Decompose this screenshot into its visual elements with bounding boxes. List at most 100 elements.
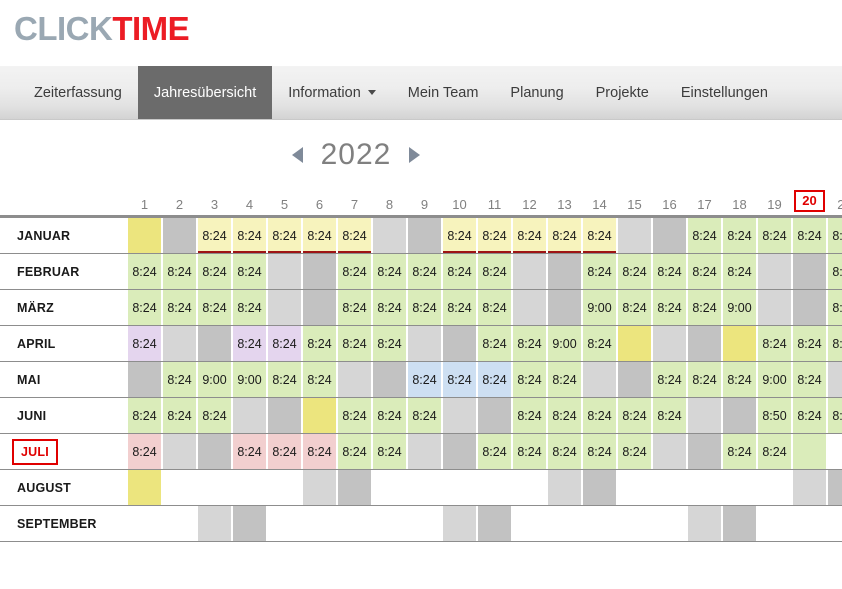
day-cell[interactable]: 8:24 — [582, 253, 617, 290]
day-cell[interactable] — [582, 361, 617, 398]
day-cell[interactable]: 8:24 — [617, 433, 652, 470]
day-cell[interactable]: 8:24 — [652, 397, 687, 434]
day-cell[interactable]: 8:24 — [442, 253, 477, 290]
day-cell[interactable]: 8:24 — [687, 289, 722, 326]
day-cell[interactable] — [162, 433, 197, 470]
day-cell[interactable]: 8:24 — [792, 215, 827, 254]
day-cell[interactable] — [652, 505, 687, 542]
day-cell[interactable] — [232, 505, 267, 542]
day-cell[interactable] — [267, 397, 302, 434]
day-cell[interactable] — [127, 505, 162, 542]
day-cell[interactable]: 8:24 — [582, 433, 617, 470]
day-cell[interactable] — [372, 469, 407, 506]
day-cell[interactable] — [687, 325, 722, 362]
day-cell[interactable]: 8:24 — [792, 325, 827, 362]
day-cell[interactable]: 8:24 — [127, 397, 162, 434]
day-cell[interactable]: 8:24 — [407, 289, 442, 326]
day-cell[interactable] — [267, 505, 302, 542]
day-cell[interactable]: 8:24 — [512, 361, 547, 398]
day-cell[interactable]: 8:24 — [512, 397, 547, 434]
day-cell[interactable]: 8:24 — [407, 361, 442, 398]
day-cell[interactable] — [827, 505, 842, 542]
day-cell[interactable]: 8:24 — [162, 289, 197, 326]
day-cell[interactable]: 8:24 — [687, 361, 722, 398]
next-year-arrow-icon[interactable] — [409, 147, 421, 163]
month-label-april[interactable]: APRIL — [0, 325, 127, 362]
day-cell[interactable]: 8:24 — [372, 289, 407, 326]
day-cell[interactable]: 8:24 — [442, 215, 477, 254]
day-cell[interactable]: 8:24 — [652, 289, 687, 326]
day-cell[interactable] — [162, 215, 197, 254]
day-cell[interactable] — [652, 325, 687, 362]
day-cell[interactable] — [232, 469, 267, 506]
day-cell[interactable]: 8:24 — [337, 325, 372, 362]
day-cell[interactable] — [792, 289, 827, 326]
day-cell[interactable] — [512, 469, 547, 506]
day-cell[interactable]: 8:24 — [232, 215, 267, 254]
day-cell[interactable]: 8:24 — [477, 253, 512, 290]
day-cell[interactable] — [442, 433, 477, 470]
day-cell[interactable]: 8:24 — [337, 397, 372, 434]
day-cell[interactable] — [407, 469, 442, 506]
day-cell[interactable]: 8:24 — [127, 253, 162, 290]
day-cell[interactable] — [547, 289, 582, 326]
day-cell[interactable]: 8:24 — [827, 325, 842, 362]
day-cell[interactable] — [162, 505, 197, 542]
day-cell[interactable]: 8:24 — [267, 325, 302, 362]
day-cell[interactable] — [337, 469, 372, 506]
day-cell[interactable]: 8:24 — [477, 289, 512, 326]
day-cell[interactable]: 8:24 — [372, 397, 407, 434]
month-label-märz[interactable]: MÄRZ — [0, 289, 127, 326]
month-label-januar[interactable]: JANUAR — [0, 215, 127, 254]
month-label-juni[interactable]: JUNI — [0, 397, 127, 434]
day-cell[interactable] — [442, 469, 477, 506]
day-cell[interactable] — [722, 325, 757, 362]
day-cell[interactable] — [477, 469, 512, 506]
day-cell[interactable]: 8:24 — [302, 361, 337, 398]
day-cell[interactable] — [197, 469, 232, 506]
day-cell[interactable] — [792, 433, 827, 470]
day-cell[interactable] — [267, 253, 302, 290]
day-cell[interactable] — [127, 361, 162, 398]
day-cell[interactable]: 8:24 — [477, 433, 512, 470]
day-cell[interactable] — [407, 215, 442, 254]
day-cell[interactable] — [162, 325, 197, 362]
day-cell[interactable]: 9:00 — [757, 361, 792, 398]
day-cell[interactable]: 8:24 — [512, 325, 547, 362]
nav-item-jahres-bersicht[interactable]: Jahresübersicht — [137, 66, 273, 119]
day-cell[interactable] — [757, 253, 792, 290]
nav-item-einstellungen[interactable]: Einstellungen — [665, 66, 784, 119]
day-cell[interactable]: 8:24 — [407, 397, 442, 434]
month-label-februar[interactable]: FEBRUAR — [0, 253, 127, 290]
nav-item-zeiterfassung[interactable]: Zeiterfassung — [18, 66, 138, 119]
day-cell[interactable]: 8:24 — [547, 433, 582, 470]
day-cell[interactable]: 8:24 — [197, 289, 232, 326]
day-cell[interactable]: 8:24 — [582, 325, 617, 362]
day-cell[interactable]: 8:24 — [757, 433, 792, 470]
day-cell[interactable] — [197, 433, 232, 470]
day-cell[interactable] — [652, 469, 687, 506]
day-cell[interactable] — [302, 397, 337, 434]
day-cell[interactable]: 8:24 — [757, 215, 792, 254]
day-cell[interactable] — [687, 469, 722, 506]
day-cell[interactable]: 8:24 — [827, 253, 842, 290]
day-cell[interactable] — [827, 361, 842, 398]
day-cell[interactable] — [302, 253, 337, 290]
day-cell[interactable]: 8:24 — [162, 253, 197, 290]
day-cell[interactable]: 8:24 — [267, 433, 302, 470]
day-cell[interactable]: 8:24 — [232, 253, 267, 290]
day-cell[interactable]: 8:24 — [652, 361, 687, 398]
day-cell[interactable] — [197, 505, 232, 542]
day-cell[interactable]: 8:24 — [302, 325, 337, 362]
nav-item-mein-team[interactable]: Mein Team — [392, 66, 495, 119]
day-cell[interactable]: 8:24 — [582, 215, 617, 254]
day-cell[interactable]: 8:24 — [337, 433, 372, 470]
day-cell[interactable] — [652, 215, 687, 254]
day-cell[interactable] — [477, 505, 512, 542]
day-cell[interactable]: 8:24 — [162, 361, 197, 398]
day-cell[interactable]: 8:24 — [442, 361, 477, 398]
day-cell[interactable]: 8:24 — [337, 289, 372, 326]
day-cell[interactable]: 8:50 — [757, 397, 792, 434]
day-cell[interactable]: 9:00 — [232, 361, 267, 398]
day-cell[interactable]: 8:24 — [652, 253, 687, 290]
